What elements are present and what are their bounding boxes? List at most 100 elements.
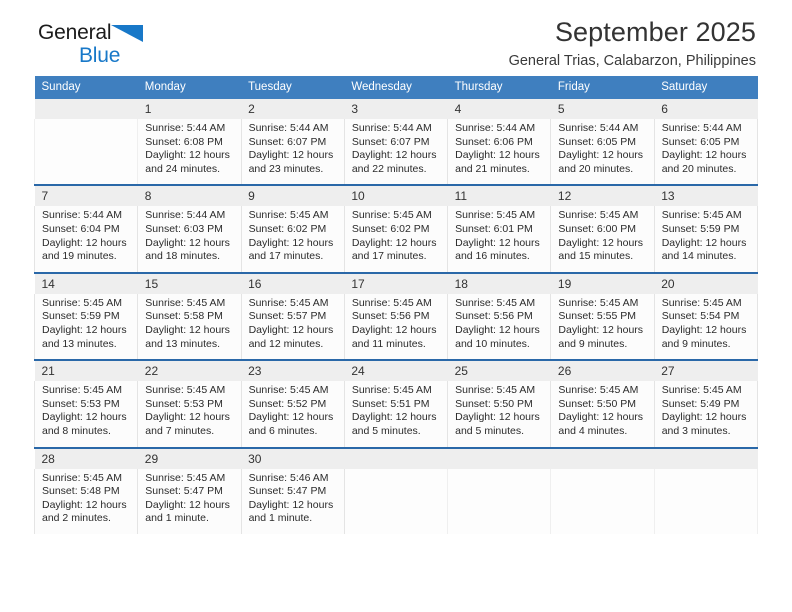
day-info-line: Sunrise: 5:44 AM [351, 122, 432, 134]
day-info-line: Sunrise: 5:45 AM [248, 296, 329, 309]
day-number[interactable]: 8 [137, 184, 242, 207]
day-cell[interactable]: Sunrise: 5:45 AM Sunset: 5:59 PM Daylight:… [653, 206, 759, 273]
weekday-header-wednesday: Wednesday [344, 76, 448, 99]
day-info-line: and 23 minutes. [248, 162, 324, 175]
day-info-line: Daylight: 12 hours [42, 323, 127, 336]
day-cell[interactable]: Sunrise: 5:45 AM Sunset: 5:54 PM Daylight:… [653, 293, 759, 361]
brand-logo[interactable]: General Blue [38, 22, 268, 66]
day-number[interactable]: 5 [550, 99, 655, 119]
day-cell[interactable]: Sunrise: 5:45 AM Sunset: 5:50 PM Daylight:… [447, 381, 552, 448]
day-cell[interactable]: Sunrise: 5:45 AM Sunset: 5:51 PM Daylight:… [343, 381, 449, 448]
day-number[interactable]: 12 [550, 184, 655, 207]
day-number[interactable]: 27 [654, 359, 758, 382]
weekday-header-tuesday: Tuesday [241, 76, 345, 99]
day-info-line: Daylight: 12 hours [351, 323, 437, 336]
day-number[interactable]: 30 [241, 446, 345, 469]
day-number[interactable]: 23 [241, 359, 345, 382]
day-cell[interactable]: Sunrise: 5:45 AM Sunset: 6:02 PM Daylight:… [343, 206, 449, 273]
day-cell[interactable]: Sunrise: 5:44 AM Sunset: 6:07 PM Daylight:… [343, 119, 449, 186]
day-cell[interactable]: Sunrise: 5:44 AM Sunset: 6:05 PM Daylight:… [653, 119, 759, 186]
day-cell[interactable]: Sunrise: 5:45 AM Sunset: 5:47 PM Daylight:… [137, 468, 242, 534]
day-number[interactable]: 25 [447, 359, 551, 382]
day-number[interactable]: 3 [344, 99, 448, 119]
day-cell[interactable]: Sunrise: 5:44 AM Sunset: 6:03 PM Daylight:… [137, 206, 242, 273]
day-number-empty [550, 446, 655, 469]
day-info-line: and 5 minutes. [455, 424, 525, 437]
day-cell[interactable]: Sunrise: 5:45 AM Sunset: 6:00 PM Daylight:… [550, 206, 655, 273]
day-info-line: and 19 minutes. [42, 250, 117, 263]
day-info-line: Daylight: 12 hours [558, 236, 644, 249]
day-info-line: Sunrise: 5:45 AM [351, 384, 432, 397]
day-cell[interactable]: Sunrise: 5:45 AM Sunset: 5:57 PM Daylight:… [240, 293, 345, 361]
day-number[interactable]: 26 [550, 359, 655, 382]
day-cell-empty [33, 119, 139, 186]
day-cell[interactable]: Sunrise: 5:44 AM Sunset: 6:06 PM Daylight:… [447, 119, 552, 186]
day-info-line: Sunrise: 5:46 AM [248, 471, 329, 484]
day-cell[interactable]: Sunrise: 5:45 AM Sunset: 5:53 PM Daylight:… [33, 381, 139, 448]
day-cell[interactable]: Sunrise: 5:45 AM Sunset: 5:58 PM Daylight:… [137, 293, 242, 361]
day-number[interactable]: 29 [137, 446, 242, 469]
day-cell[interactable]: Sunrise: 5:44 AM Sunset: 6:05 PM Daylight:… [550, 119, 655, 186]
day-number[interactable]: 14 [34, 271, 138, 294]
day-info-line: and 17 minutes. [351, 250, 427, 263]
day-number[interactable]: 13 [654, 184, 758, 207]
day-number[interactable]: 22 [137, 359, 242, 382]
day-cell[interactable]: Sunrise: 5:45 AM Sunset: 5:50 PM Daylight:… [550, 381, 655, 448]
day-number[interactable]: 18 [447, 271, 551, 294]
brand-logo-top: General [38, 22, 268, 44]
day-info-line: Sunrise: 5:45 AM [455, 296, 536, 309]
day-number[interactable]: 21 [34, 359, 138, 382]
day-cell[interactable]: Sunrise: 5:44 AM Sunset: 6:08 PM Daylight:… [137, 119, 242, 186]
day-cell[interactable]: Sunrise: 5:45 AM Sunset: 5:56 PM Daylight:… [447, 293, 552, 361]
calendar-header-row: Sunday Monday Tuesday Wednesday Thursday Frid… [34, 76, 758, 99]
day-info-line: and 3 minutes. [661, 424, 731, 437]
day-cell[interactable]: Sunrise: 5:45 AM Sunset: 5:55 PM Daylight:… [550, 293, 655, 361]
day-info-line: Daylight: 12 hours [351, 236, 437, 249]
day-cell[interactable]: Sunrise: 5:44 AM Sunset: 6:07 PM Daylight:… [240, 119, 345, 186]
day-info-line: Daylight: 12 hours [145, 149, 230, 162]
day-info-line: Daylight: 12 hours [351, 411, 437, 424]
day-number[interactable]: 6 [654, 99, 758, 119]
day-number[interactable]: 20 [654, 271, 758, 294]
day-cell[interactable]: Sunrise: 5:45 AM Sunset: 5:53 PM Daylight:… [137, 381, 242, 448]
day-info-line: Sunset: 5:59 PM [42, 310, 120, 323]
day-cell-empty [550, 468, 655, 534]
day-number[interactable]: 10 [344, 184, 448, 207]
day-info-line: Sunset: 6:01 PM [455, 222, 533, 235]
day-cell[interactable]: Sunrise: 5:45 AM Sunset: 5:48 PM Daylight:… [33, 468, 139, 534]
day-cell[interactable]: Sunrise: 5:46 AM Sunset: 5:47 PM Daylight:… [240, 468, 345, 534]
week-detail-row: Sunrise: 5:44 AM Sunset: 6:08 PM Daylight:… [33, 119, 759, 186]
day-cell[interactable]: Sunrise: 5:45 AM Sunset: 5:59 PM Daylight:… [33, 293, 139, 361]
day-cell[interactable]: Sunrise: 5:45 AM Sunset: 5:52 PM Daylight:… [240, 381, 345, 448]
day-cell[interactable]: Sunrise: 5:45 AM Sunset: 6:02 PM Daylight:… [240, 206, 345, 273]
day-cell[interactable]: Sunrise: 5:44 AM Sunset: 6:04 PM Daylight:… [33, 206, 139, 273]
day-number[interactable]: 24 [344, 359, 448, 382]
day-info-line: Daylight: 12 hours [42, 236, 127, 249]
day-info-line: Sunset: 5:53 PM [42, 397, 120, 410]
day-info-line: Sunrise: 5:45 AM [661, 384, 742, 397]
day-info-line: and 21 minutes. [455, 162, 530, 175]
day-number[interactable]: 17 [344, 271, 448, 294]
day-number[interactable]: 9 [241, 184, 345, 207]
weekday-header-thursday: Thursday [447, 76, 551, 99]
day-cell[interactable]: Sunrise: 5:45 AM Sunset: 5:49 PM Daylight:… [653, 381, 759, 448]
day-number[interactable]: 11 [447, 184, 551, 207]
day-info-line: Sunrise: 5:45 AM [455, 209, 536, 222]
day-number[interactable]: 2 [241, 99, 345, 119]
page-header: General Blue September 2025 General Tria… [34, 0, 758, 76]
day-number[interactable]: 28 [34, 446, 138, 469]
day-number[interactable]: 16 [241, 271, 345, 294]
day-info-line: and 9 minutes. [661, 337, 731, 350]
day-number[interactable]: 15 [137, 271, 242, 294]
day-info-line: and 7 minutes. [145, 424, 215, 437]
day-info-line: Sunrise: 5:45 AM [661, 209, 742, 222]
day-number[interactable]: 19 [550, 271, 655, 294]
day-number[interactable]: 1 [137, 99, 242, 119]
day-info-line: Sunrise: 5:44 AM [145, 209, 226, 222]
day-number[interactable]: 4 [447, 99, 551, 119]
day-info-line: Sunrise: 5:44 AM [455, 122, 536, 134]
day-info-line: Daylight: 12 hours [145, 498, 230, 511]
day-cell[interactable]: Sunrise: 5:45 AM Sunset: 5:56 PM Daylight:… [343, 293, 449, 361]
day-cell[interactable]: Sunrise: 5:45 AM Sunset: 6:01 PM Daylight:… [447, 206, 552, 273]
day-number[interactable]: 7 [34, 184, 138, 207]
